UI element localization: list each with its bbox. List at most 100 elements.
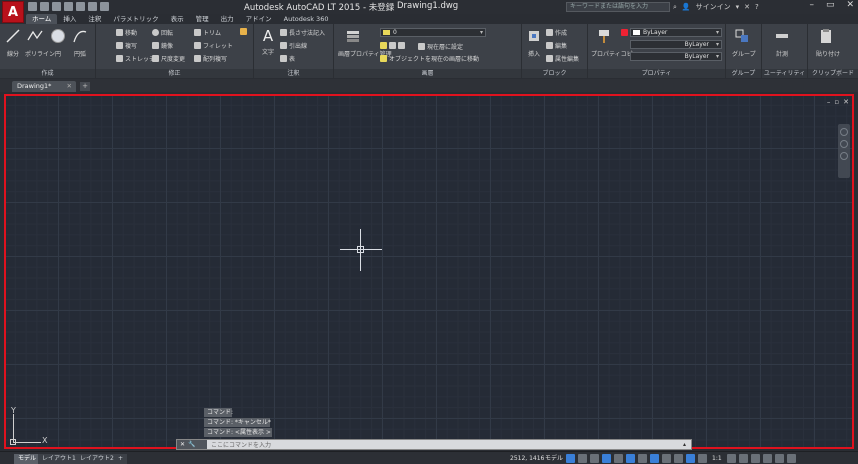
- snap-icon[interactable]: [578, 454, 587, 463]
- redo-icon[interactable]: [100, 2, 109, 11]
- scale-button[interactable]: 尺度変更: [152, 54, 185, 63]
- layer-lock-icon[interactable]: [398, 42, 405, 49]
- panel-label-modify[interactable]: 修正: [96, 69, 253, 78]
- edit-attribute-button[interactable]: 属性編集: [546, 54, 579, 63]
- tab-manage[interactable]: 管理: [190, 14, 215, 24]
- hardware-acceleration-icon[interactable]: [762, 454, 772, 463]
- tab-layout2[interactable]: レイアウト2: [76, 454, 118, 464]
- tab-autodesk-360[interactable]: Autodesk 360: [278, 14, 335, 24]
- arc-button[interactable]: 円弧: [70, 28, 90, 58]
- circle-button[interactable]: 円: [48, 28, 68, 58]
- add-layout-button[interactable]: +: [114, 454, 128, 464]
- move-button[interactable]: 移動: [116, 28, 137, 37]
- isolate-objects-icon[interactable]: [750, 454, 760, 463]
- undo-icon[interactable]: [88, 2, 97, 11]
- chevron-up-icon[interactable]: ▴: [683, 441, 691, 448]
- table-button[interactable]: 表: [280, 54, 295, 63]
- help-icon[interactable]: ?: [755, 3, 759, 11]
- grid-icon[interactable]: [566, 454, 575, 463]
- text-button[interactable]: A 文字: [258, 28, 278, 56]
- tab-home[interactable]: ホーム: [26, 14, 58, 24]
- isodraft-icon[interactable]: [614, 454, 623, 463]
- annotation-scale[interactable]: 1:1: [712, 455, 722, 462]
- customization-icon[interactable]: [786, 454, 796, 463]
- minimize-icon[interactable]: –: [809, 0, 814, 10]
- layer-dropdown[interactable]: 0: [380, 28, 486, 37]
- panel-label-layers[interactable]: 画層: [334, 69, 521, 78]
- panel-label-properties[interactable]: プロパティ: [588, 69, 725, 78]
- clean-screen-icon[interactable]: [774, 454, 784, 463]
- chevron-down-icon[interactable]: ▾: [736, 3, 740, 11]
- signin-link[interactable]: サインイン: [696, 2, 731, 12]
- lineweight-dropdown[interactable]: ByLayer: [630, 40, 722, 49]
- viewport-close-icon[interactable]: ✕: [843, 98, 849, 106]
- drawing-area[interactable]: – ▫ ✕ Y X コマンド: コマンド: *キャンセル* コマンド: <属性表…: [4, 94, 854, 450]
- tab-addins[interactable]: アドイン: [240, 14, 278, 24]
- trim-button[interactable]: トリム: [194, 28, 221, 37]
- auto-scale-icon[interactable]: [698, 454, 707, 463]
- save-icon[interactable]: [52, 2, 61, 11]
- model-space-toggle[interactable]: モデル: [545, 454, 563, 464]
- layer-off-icon[interactable]: [380, 42, 387, 49]
- tab-layout1[interactable]: レイアウト1: [38, 454, 80, 464]
- viewport-minimize-icon[interactable]: –: [827, 98, 831, 106]
- exchange-icon[interactable]: ✕: [744, 3, 750, 11]
- plot-icon[interactable]: [76, 2, 85, 11]
- create-block-button[interactable]: 作成: [546, 28, 567, 37]
- close-command-icon[interactable]: ✕: [180, 441, 185, 448]
- transparency-icon[interactable]: [662, 454, 671, 463]
- layer-properties-button[interactable]: 画層プロパティ管理: [338, 28, 392, 58]
- user-icon[interactable]: 👤: [682, 3, 691, 11]
- mirror-button[interactable]: 鏡像: [152, 41, 173, 50]
- copy-button[interactable]: 複写: [116, 41, 137, 50]
- save-as-icon[interactable]: [64, 2, 73, 11]
- polar-icon[interactable]: [602, 454, 611, 463]
- leader-button[interactable]: 引出線: [280, 41, 307, 50]
- customize-icon[interactable]: 🔧: [188, 441, 195, 448]
- line-button[interactable]: 線分: [3, 28, 23, 58]
- close-icon[interactable]: ✕: [846, 0, 854, 10]
- panel-label-annotation[interactable]: 注釈: [254, 69, 333, 78]
- panel-label-utilities[interactable]: ユーティリティ: [762, 69, 807, 78]
- rotate-button[interactable]: 回転: [152, 28, 173, 37]
- erase-button[interactable]: [240, 28, 247, 35]
- color-dropdown[interactable]: ByLayer: [630, 28, 722, 37]
- new-tab-button[interactable]: +: [80, 82, 90, 91]
- object-snap-icon[interactable]: [626, 454, 635, 463]
- panel-label-clipboard[interactable]: クリップボード: [808, 69, 858, 78]
- command-input[interactable]: ここにコマンドを入力: [207, 440, 683, 449]
- tab-model[interactable]: モデル: [14, 454, 41, 464]
- tab-output[interactable]: 出力: [215, 14, 240, 24]
- pan-icon[interactable]: [840, 140, 848, 148]
- application-menu-button[interactable]: A: [2, 1, 24, 23]
- array-button[interactable]: 配列複写: [194, 54, 227, 63]
- search-input[interactable]: キーワードまたは語句を入力: [566, 2, 670, 12]
- make-current-button[interactable]: 現在層に設定: [418, 42, 463, 51]
- panel-label-draw[interactable]: 作成: [0, 69, 95, 78]
- zoom-icon[interactable]: [840, 152, 848, 160]
- stretch-button[interactable]: ストレッチ: [116, 54, 155, 63]
- ortho-icon[interactable]: [590, 454, 599, 463]
- search-icon[interactable]: ⌕: [673, 3, 677, 12]
- fillet-button[interactable]: フィレット: [194, 41, 233, 50]
- tab-parametric[interactable]: パラメトリック: [107, 14, 164, 24]
- polyline-button[interactable]: ポリライン: [25, 28, 55, 58]
- group-button[interactable]: グループ: [732, 28, 756, 58]
- dimension-button[interactable]: 長さ寸法記入: [280, 28, 325, 37]
- insert-block-button[interactable]: 挿入: [524, 28, 544, 58]
- annotation-visibility-icon[interactable]: [686, 454, 695, 463]
- tab-annotate[interactable]: 注釈: [82, 14, 107, 24]
- match-properties-button[interactable]: プロパティコピー: [591, 28, 639, 58]
- layer-move-button[interactable]: オブジェクトを現在の画層に移動: [380, 54, 479, 63]
- tab-view[interactable]: 表示: [165, 14, 190, 24]
- navigation-bar[interactable]: [838, 124, 850, 178]
- gear-icon[interactable]: [726, 454, 736, 463]
- linetype-dropdown[interactable]: ByLayer: [630, 52, 722, 61]
- plus-icon[interactable]: [738, 454, 748, 463]
- steering-wheel-icon[interactable]: [840, 128, 848, 136]
- lineweight-icon[interactable]: [650, 454, 659, 463]
- measure-button[interactable]: 計測: [772, 28, 792, 58]
- maximize-icon[interactable]: ▭: [826, 0, 835, 10]
- document-tab[interactable]: Drawing1* ✕: [12, 81, 76, 92]
- object-snap-tracking-icon[interactable]: [638, 454, 647, 463]
